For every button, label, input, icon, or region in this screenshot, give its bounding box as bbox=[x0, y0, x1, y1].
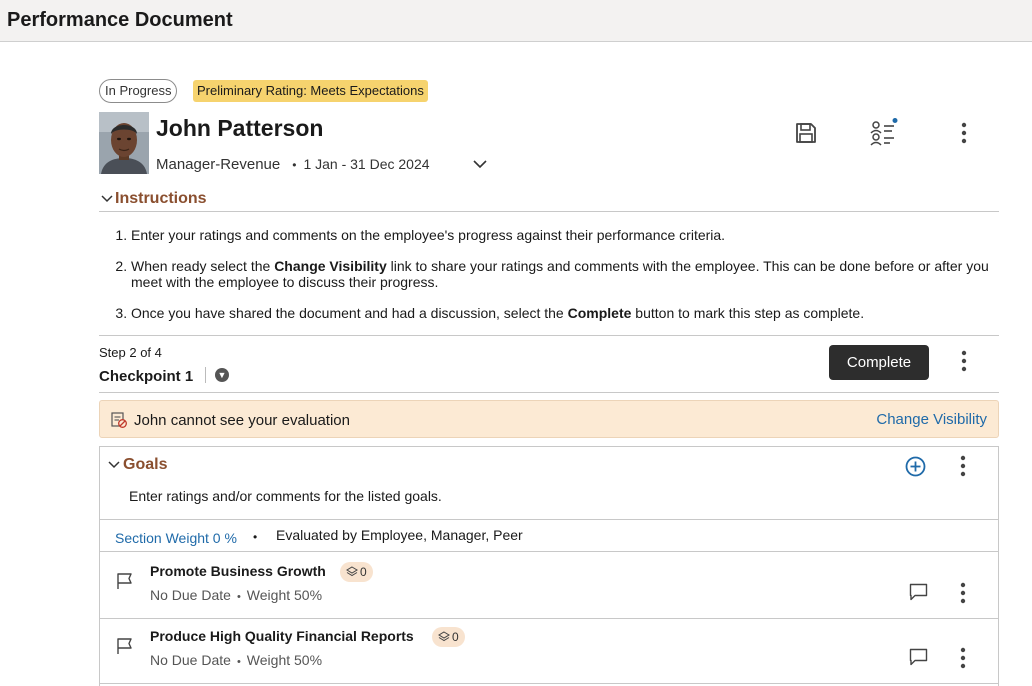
save-button[interactable] bbox=[792, 120, 820, 146]
goal-layers-badge: 0 bbox=[432, 627, 465, 647]
instructions-toggle[interactable]: Instructions bbox=[101, 190, 207, 208]
evaluated-by: Evaluated by Employee, Manager, Peer bbox=[276, 527, 523, 543]
visibility-off-icon bbox=[111, 412, 127, 428]
instruction-item: When ready select the Change Visibility … bbox=[131, 258, 1011, 290]
separator-dot: • bbox=[237, 591, 241, 603]
separator-dot: • bbox=[292, 158, 296, 172]
step-more-button[interactable] bbox=[952, 348, 976, 374]
goals-description: Enter ratings and/or comments for the li… bbox=[129, 488, 442, 504]
separator-dot: • bbox=[237, 656, 241, 668]
period-dropdown-button[interactable] bbox=[470, 155, 490, 173]
page-title: Performance Document bbox=[7, 9, 233, 32]
job-period-line: Manager-Revenue • 1 Jan - 31 Dec 2024 bbox=[156, 156, 430, 173]
instruction-item: Once you have shared the document and ha… bbox=[131, 305, 1011, 321]
goal-more-button[interactable] bbox=[951, 580, 975, 606]
goals-more-button[interactable] bbox=[951, 453, 975, 479]
goal-more-button[interactable] bbox=[951, 645, 975, 671]
comment-button[interactable] bbox=[906, 646, 930, 668]
due-date: No Due Date bbox=[150, 587, 231, 603]
divider bbox=[99, 211, 999, 212]
employee-avatar bbox=[99, 112, 149, 174]
layers-icon bbox=[438, 631, 450, 643]
comment-button[interactable] bbox=[906, 581, 930, 603]
divider bbox=[99, 392, 999, 393]
employee-name: John Patterson bbox=[156, 115, 323, 142]
step-name: Checkpoint 1 bbox=[99, 368, 193, 385]
step-indicator: Step 2 of 4 bbox=[99, 345, 162, 360]
goal-meta: No Due Date • Weight 50% bbox=[150, 652, 322, 668]
chevron-down-icon: ▼ bbox=[218, 370, 227, 380]
review-period: 1 Jan - 31 Dec 2024 bbox=[303, 156, 429, 172]
save-icon bbox=[795, 122, 817, 144]
divider bbox=[99, 618, 999, 619]
instruction-text: Enter your ratings and comments on the e… bbox=[131, 227, 725, 243]
visibility-message: John cannot see your evaluation bbox=[134, 412, 350, 429]
goals-heading: Goals bbox=[123, 456, 167, 473]
chevron-down-icon bbox=[473, 160, 487, 169]
divider bbox=[99, 551, 999, 552]
step-dropdown-button[interactable]: ▼ bbox=[215, 368, 229, 382]
add-goal-button[interactable] bbox=[903, 454, 927, 478]
goal-meta: No Due Date • Weight 50% bbox=[150, 587, 322, 603]
instruction-emphasis: Complete bbox=[568, 305, 632, 321]
instruction-emphasis: Change Visibility bbox=[274, 258, 387, 274]
badge-count: 0 bbox=[452, 627, 459, 647]
top-bar: Performance Document bbox=[0, 0, 1032, 42]
preliminary-rating-badge: Preliminary Rating: Meets Expectations bbox=[193, 80, 428, 102]
evaluation-criteria-button[interactable] bbox=[867, 117, 899, 147]
visibility-banner: John cannot see your evaluation Change V… bbox=[99, 400, 999, 438]
instruction-text: button to mark this step as complete. bbox=[631, 305, 864, 321]
goal-layers-badge: 0 bbox=[340, 562, 373, 582]
separator-dot: • bbox=[253, 530, 257, 544]
flag-icon bbox=[116, 572, 134, 590]
goal-weight: Weight 50% bbox=[247, 587, 322, 603]
divider bbox=[99, 335, 999, 336]
divider bbox=[99, 519, 999, 520]
more-vertical-icon bbox=[961, 350, 967, 372]
more-vertical-icon bbox=[960, 582, 966, 604]
instructions-heading: Instructions bbox=[115, 190, 207, 207]
instruction-text: When ready select the bbox=[131, 258, 274, 274]
instruction-item: Enter your ratings and comments on the e… bbox=[131, 227, 1011, 243]
chevron-down-icon bbox=[108, 456, 120, 473]
status-pill: In Progress bbox=[99, 79, 177, 103]
criteria-list-icon bbox=[868, 117, 898, 147]
goal-title[interactable]: Produce High Quality Financial Reports bbox=[150, 628, 414, 644]
goal-title[interactable]: Promote Business Growth bbox=[150, 563, 326, 579]
divider bbox=[99, 683, 999, 684]
comment-icon bbox=[909, 583, 928, 601]
section-weight-link[interactable]: Section Weight 0 % bbox=[115, 530, 237, 546]
change-visibility-link[interactable]: Change Visibility bbox=[876, 411, 987, 428]
badge-count: 0 bbox=[360, 562, 367, 582]
layers-icon bbox=[346, 566, 358, 578]
goal-flag bbox=[116, 637, 134, 660]
goal-flag bbox=[116, 572, 134, 595]
job-title: Manager-Revenue bbox=[156, 156, 280, 173]
more-vertical-icon bbox=[960, 455, 966, 477]
due-date: No Due Date bbox=[150, 652, 231, 668]
add-circle-icon bbox=[905, 456, 926, 477]
chevron-down-icon bbox=[101, 190, 111, 208]
goals-toggle[interactable]: Goals bbox=[108, 456, 167, 474]
more-vertical-icon bbox=[961, 122, 967, 144]
instruction-text: Once you have shared the document and ha… bbox=[131, 305, 568, 321]
goal-weight: Weight 50% bbox=[247, 652, 322, 668]
divider bbox=[205, 367, 206, 383]
document-more-button[interactable] bbox=[952, 120, 976, 146]
complete-button[interactable]: Complete bbox=[829, 345, 929, 380]
flag-icon bbox=[116, 637, 134, 655]
comment-icon bbox=[909, 648, 928, 666]
more-vertical-icon bbox=[960, 647, 966, 669]
instructions-list: Enter your ratings and comments on the e… bbox=[99, 227, 1011, 336]
